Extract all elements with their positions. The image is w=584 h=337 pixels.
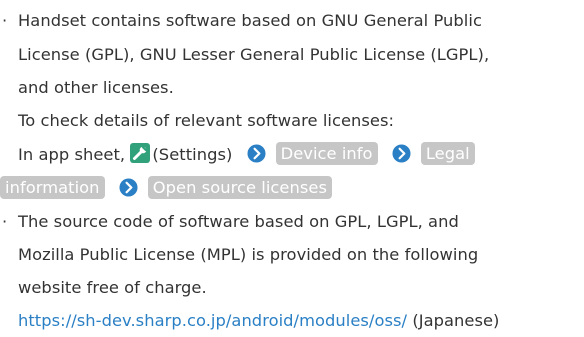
- paragraph-line: website free of charge.: [18, 278, 207, 297]
- bullet-marker: ·: [2, 11, 8, 30]
- arrow-right-icon: [392, 144, 411, 163]
- license-notes: · Handset contains software based on GNU…: [0, 0, 584, 330]
- legal-chip-part1: Legal: [420, 142, 475, 165]
- settings-path-line: In app sheet, (Settings) Device info Leg…: [18, 138, 475, 171]
- paragraph-line: Handset contains software based on GNU G…: [18, 11, 482, 30]
- settings-path-line-continued: information Open source licenses: [0, 172, 332, 205]
- arrow-right-icon: [119, 178, 138, 197]
- link-suffix: (Japanese): [412, 311, 500, 330]
- arrow-right-icon: [247, 144, 266, 163]
- paragraph-line: License (GPL), GNU Lesser General Public…: [18, 45, 490, 64]
- oss-link[interactable]: https://sh-dev.sharp.co.jp/android/modul…: [18, 311, 407, 330]
- paragraph-line: Mozilla Public License (MPL) is provided…: [18, 245, 479, 264]
- open-source-licenses-chip: Open source licenses: [147, 176, 332, 199]
- settings-label: (Settings): [152, 145, 233, 164]
- legal-chip-part2: information: [0, 176, 105, 199]
- path-prefix: In app sheet,: [18, 145, 126, 164]
- bullet-marker: ·: [2, 212, 8, 231]
- device-info-chip: Device info: [275, 142, 378, 165]
- paragraph-line: The source code of software based on GPL…: [18, 212, 459, 231]
- paragraph-line: To check details of relevant software li…: [18, 111, 395, 130]
- wrench-icon: [130, 143, 151, 163]
- paragraph-line: and other licenses.: [18, 78, 174, 97]
- link-line: https://sh-dev.sharp.co.jp/android/modul…: [18, 304, 499, 337]
